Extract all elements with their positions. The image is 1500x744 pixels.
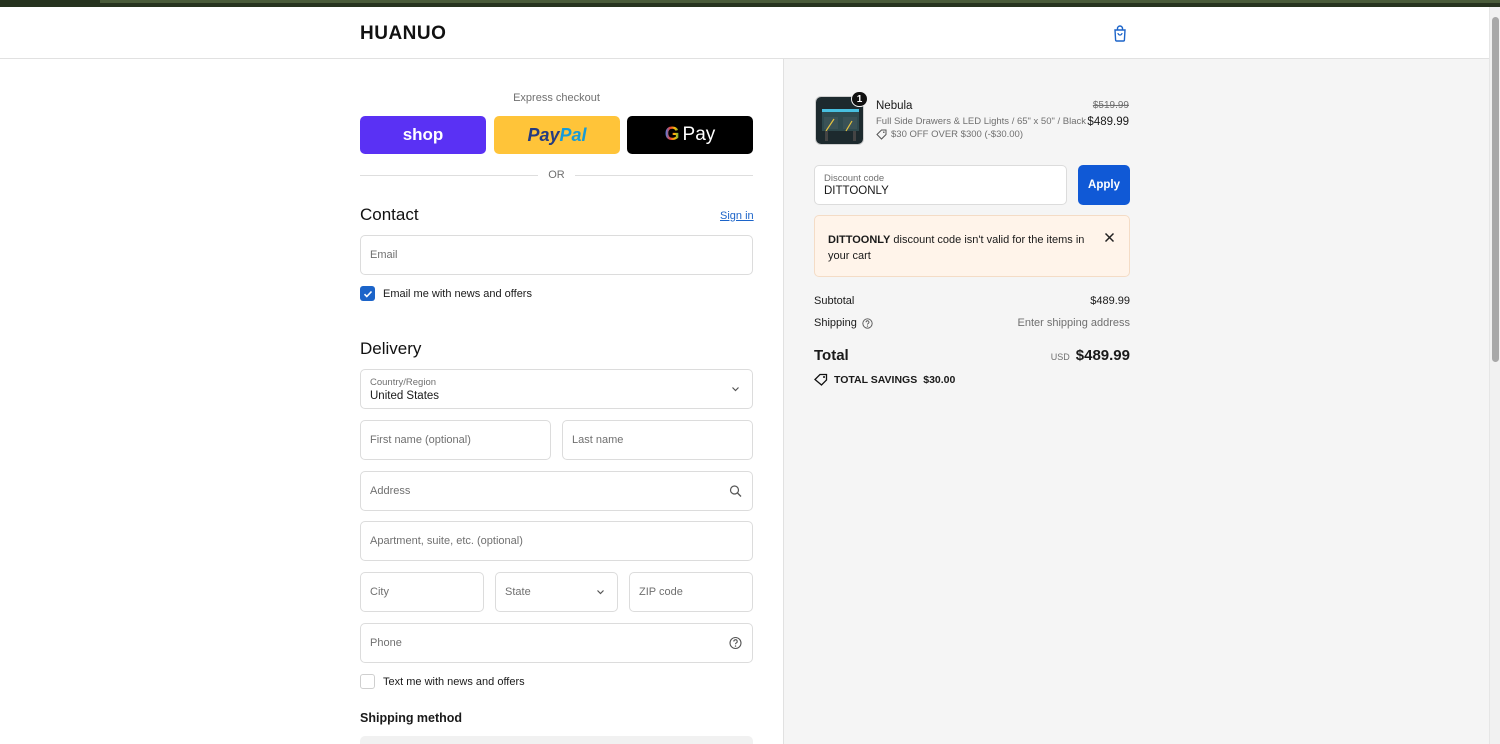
express-checkout-label: Express checkout [513,92,600,104]
discount-error-alert: DITTOONLY discount code isn't valid for … [814,215,1130,277]
product-old-price: $519.99 [1092,100,1129,111]
quantity-badge: 1 [851,91,868,107]
chevron-down-icon [732,387,739,392]
apply-button[interactable]: Apply [1078,165,1130,205]
shop-pay-button[interactable]: shop [360,116,486,154]
or-divider: OR [360,169,753,183]
google-g-logo: G [664,124,680,145]
browser-top-strip [0,0,1500,7]
delivery-heading: Delivery [360,339,422,358]
shipping-method-box [360,736,753,744]
last-name-field[interactable]: Last name [562,420,753,460]
tag-icon [814,373,828,386]
city-placeholder: City [370,586,389,598]
google-pay-label: Pay [682,124,716,145]
total-savings: TOTAL SAVINGS $30.00 [814,373,955,386]
discount-code-value: DITTOONLY [824,185,889,197]
phone-field[interactable]: Phone [360,623,753,663]
close-icon[interactable] [1103,231,1116,244]
total-label: Total [814,347,849,364]
email-news-label: Email me with news and offers [383,287,532,300]
subtotal-value: $489.99 [1090,295,1130,307]
last-name-placeholder: Last name [572,434,624,446]
shipping-method-heading: Shipping method [360,711,463,725]
help-icon[interactable] [862,317,873,329]
text-news-checkbox[interactable] [360,674,375,689]
check-icon [363,290,372,298]
country-value: United States [370,390,440,402]
sign-in-link[interactable]: Sign in [720,210,754,222]
apartment-placeholder: Apartment, suite, etc. (optional) [370,535,523,547]
product-variant: Full Side Drawers & LED Lights / 65" x 5… [876,116,1087,127]
product-discount: $30 OFF OVER $300 (-$30.00) [876,129,1023,140]
total-currency: USD [1050,352,1070,362]
site-header: HUANUO [0,7,1489,59]
paypal-button[interactable]: Pay Pal [494,116,620,154]
first-name-field[interactable]: First name (optional) [360,420,551,460]
shipping-value: Enter shipping address [1017,317,1130,329]
contact-heading: Contact [360,205,419,224]
brand-logo[interactable]: HUANUO [360,23,446,45]
savings-label: TOTAL SAVINGS [834,373,918,386]
shop-pay-label: shop [402,125,444,144]
address-placeholder: Address [370,485,411,497]
alert-code: DITTOONLY [828,234,891,246]
email-field[interactable]: Email [360,235,753,275]
email-news-checkbox-row[interactable]: Email me with news and offers [360,286,532,301]
text-news-checkbox-row[interactable]: Text me with news and offers [360,674,525,689]
product-price: $489.99 [1087,116,1129,128]
subtotal-row: Subtotal $489.99 [814,295,1130,307]
subtotal-label: Subtotal [814,295,855,307]
savings-value: $30.00 [923,373,956,386]
shipping-row: Shipping Enter shipping address [814,317,1130,329]
search-icon [729,485,742,497]
paypal-label-2: Pal [559,124,587,145]
paypal-label-1: Pay [527,124,560,145]
help-icon[interactable] [729,636,742,650]
country-select[interactable]: Country/Region United States [360,369,753,409]
chevron-down-icon [597,590,604,595]
total-value: $489.99 [1075,347,1130,364]
state-select[interactable]: State [495,572,618,612]
google-pay-button[interactable]: G Pay [627,116,753,154]
email-placeholder: Email [370,249,398,261]
shipping-label: Shipping [814,317,857,329]
city-field[interactable]: City [360,572,484,612]
order-summary-pane [783,59,1489,744]
state-placeholder: State [505,586,531,598]
phone-placeholder: Phone [370,637,402,649]
product-name: Nebula [876,100,913,112]
page-scrollbar[interactable] [1489,7,1500,744]
alert-message: DITTOONLY discount code isn't valid for … [828,232,1093,264]
discount-code-label: Discount code [824,173,885,184]
email-news-checkbox[interactable] [360,286,375,301]
total-row: Total USD $489.99 [814,347,1130,364]
apartment-field[interactable]: Apartment, suite, etc. (optional) [360,521,753,561]
product-discount-text: $30 OFF OVER $300 (-$30.00) [891,129,1024,140]
scrollbar-thumb[interactable] [1492,17,1499,362]
first-name-placeholder: First name (optional) [370,434,471,446]
address-field[interactable]: Address [360,471,753,511]
zip-field[interactable]: ZIP code [629,572,753,612]
or-text: OR [548,169,565,181]
tag-icon [876,129,887,140]
bag-icon[interactable] [1112,24,1128,42]
country-label: Country/Region [370,377,437,388]
discount-code-field[interactable]: Discount code DITTOONLY [814,165,1067,205]
zip-placeholder: ZIP code [639,586,683,598]
text-news-label: Text me with news and offers [383,675,525,688]
